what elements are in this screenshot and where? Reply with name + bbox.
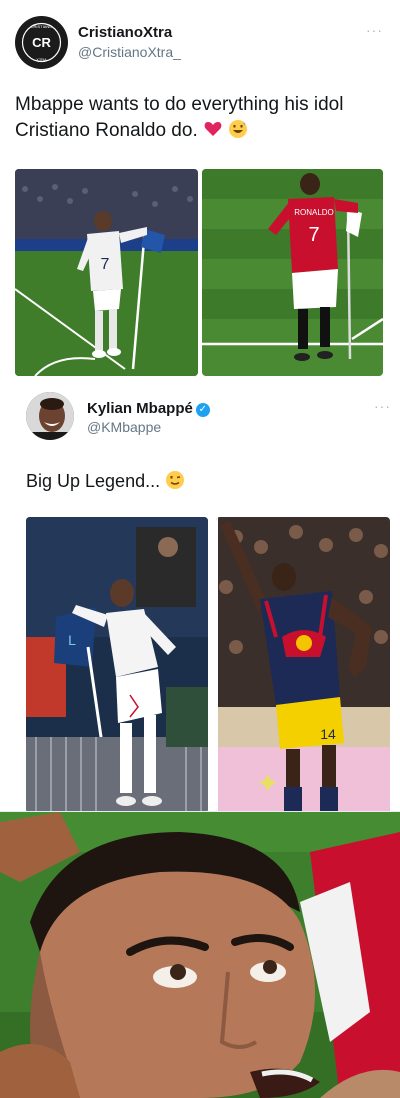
verified-badge-icon: ✓ (195, 403, 210, 417)
user-handle[interactable]: @CristianoXtra_ (78, 44, 181, 60)
henry-shirt-number: 14 (320, 726, 336, 742)
display-name[interactable]: Kylian Mbappé ✓ (87, 400, 210, 417)
mbappe-corner-flag-photo[interactable]: 7 (15, 169, 198, 376)
tweet-text: Mbappe wants to do everything his idol C… (15, 92, 385, 144)
tweet-text-body: Big Up Legend... (26, 471, 161, 491)
ronaldo-corner-flag-photo[interactable]: RONALDO 7 (202, 169, 383, 376)
display-name[interactable]: CristianoXtra (78, 24, 172, 41)
tweet-kmbappe: Kylian Mbappé ✓ @KMbappe ··· Big Up Legen… (0, 392, 400, 813)
mbappe-avatar[interactable] (26, 392, 74, 440)
ronaldo-shirt-name: RONALDO (294, 208, 334, 217)
more-options-icon[interactable]: ··· (366, 22, 383, 38)
user-handle[interactable]: @KMbappe (87, 419, 161, 435)
tweet-text: Big Up Legend... (26, 468, 376, 494)
svg-text:✦: ✦ (256, 768, 279, 799)
henry-corner-flag-photo[interactable]: ✦ 14 (216, 517, 390, 813)
mbappe-celebration-photo[interactable]: L (26, 517, 208, 813)
ronaldo-reaction-closeup (0, 812, 400, 1098)
winking-face-icon (165, 470, 185, 490)
more-options-icon[interactable]: ··· (374, 398, 391, 414)
grinning-sweat-icon (228, 119, 248, 139)
svg-text:CRISTIANO: CRISTIANO (31, 24, 53, 29)
svg-text:XTRA: XTRA (36, 57, 47, 62)
svg-text:CR: CR (32, 35, 51, 50)
svg-text:L: L (68, 632, 76, 648)
ronaldo-shirt-number: 7 (308, 224, 319, 246)
cristianoxtra-avatar[interactable]: CR CRISTIANO XTRA (15, 16, 68, 69)
tweet-cristianoxtra: CR CRISTIANO XTRA CristianoXtra @Cristia… (0, 0, 400, 392)
red-heart-icon (203, 119, 223, 139)
display-name-text[interactable]: Kylian Mbappé (87, 400, 193, 417)
tweet-text-body: Mbappe wants to do everything his idol C… (15, 94, 344, 141)
mbappe-shirt-number: 7 (101, 256, 110, 273)
